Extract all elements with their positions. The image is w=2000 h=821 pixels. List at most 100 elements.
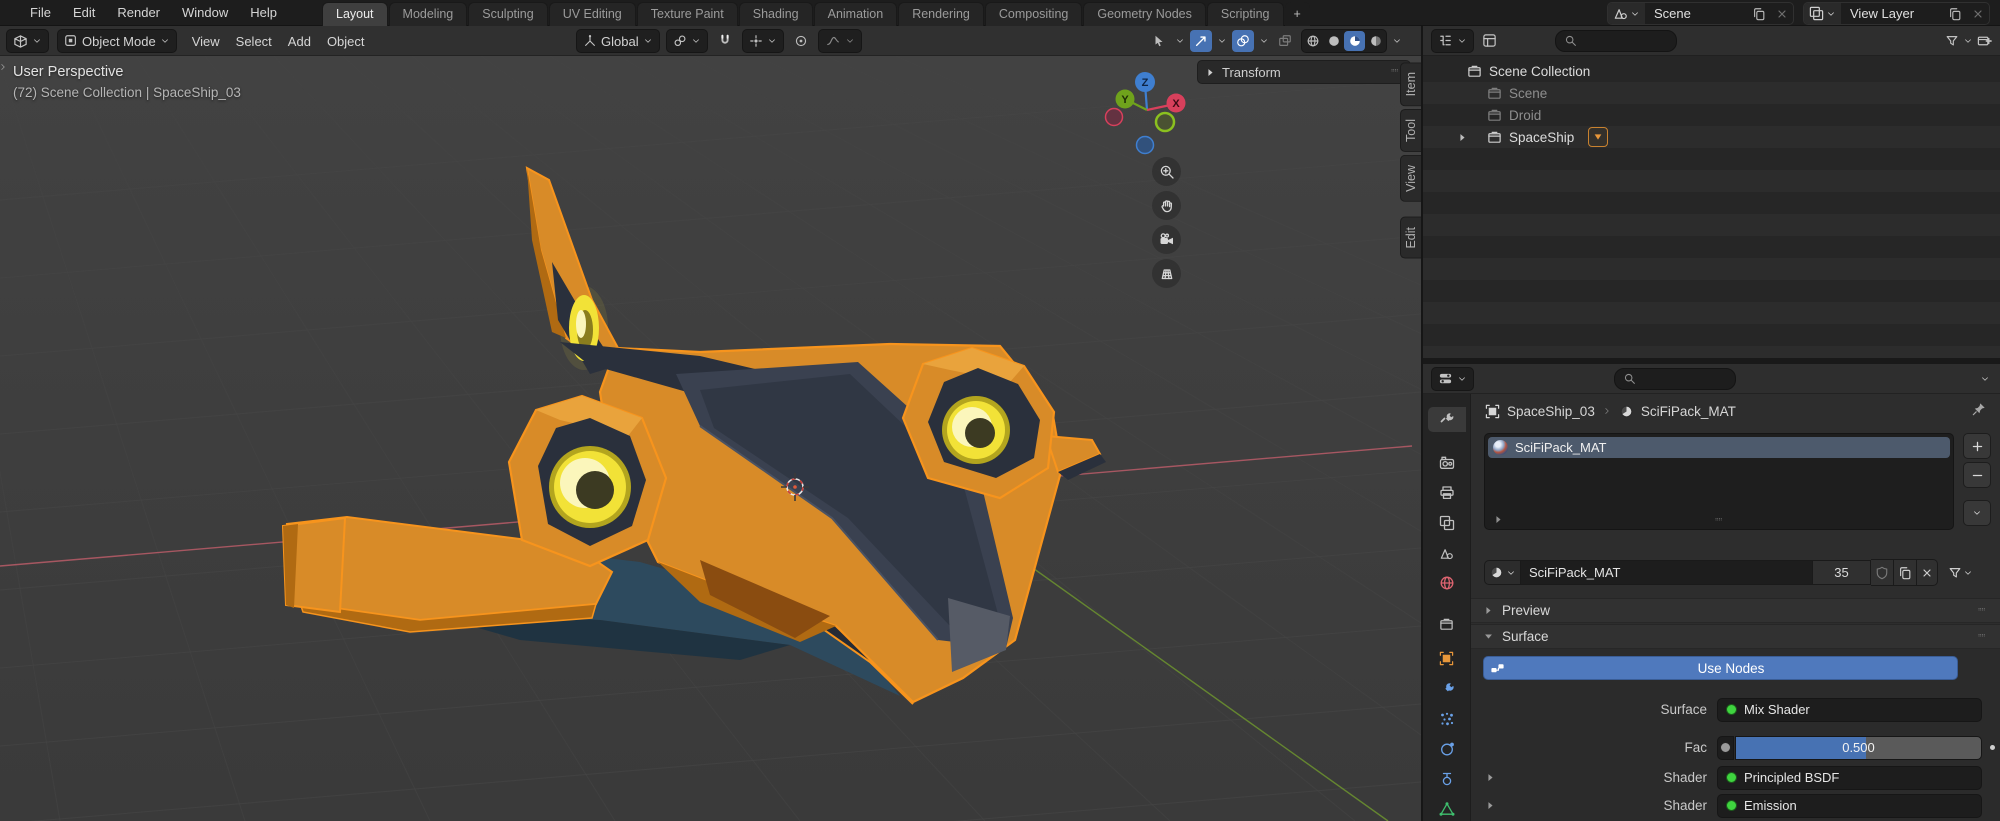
chevron-down-icon[interactable]: [1963, 36, 1973, 46]
properties-tab-data[interactable]: [1428, 796, 1466, 821]
copy-icon[interactable]: [1747, 7, 1771, 21]
workspace-tab-modeling[interactable]: Modeling: [389, 2, 468, 26]
editor-type-button[interactable]: [6, 29, 49, 53]
pin-icon[interactable]: [1972, 402, 1986, 416]
chevron-down-icon[interactable]: [1392, 36, 1402, 46]
spaceship-model[interactable]: [283, 168, 1106, 704]
shading-wireframe-button[interactable]: [1302, 31, 1323, 51]
copy-icon[interactable]: [1943, 7, 1967, 21]
properties-tab-object[interactable]: [1428, 646, 1466, 671]
workspace-tab-texture-paint[interactable]: Texture Paint: [637, 2, 738, 26]
fac-slider[interactable]: 0.500: [1735, 736, 1982, 760]
properties-tab-render[interactable]: [1428, 451, 1466, 476]
chevron-down-icon[interactable]: [1259, 36, 1269, 46]
properties-tab-view-layer[interactable]: [1428, 511, 1466, 536]
workspace-tab-animation[interactable]: Animation: [814, 2, 898, 26]
expander-right-icon[interactable]: [1457, 132, 1468, 143]
material-slot-selected[interactable]: SciFiPack_MAT: [1488, 437, 1950, 458]
zoom-button[interactable]: [1152, 157, 1181, 186]
breadcrumb-material[interactable]: SciFiPack_MAT: [1641, 404, 1736, 419]
expander-right-icon[interactable]: [1483, 605, 1494, 616]
sidebar-tab-item[interactable]: Item: [1400, 62, 1421, 106]
view-layer-name[interactable]: View Layer: [1841, 6, 1943, 21]
gizmo-z-neg[interactable]: [1137, 137, 1154, 154]
workspace-tab-layout[interactable]: Layout: [322, 2, 388, 26]
menu-help[interactable]: Help: [239, 2, 288, 23]
scene-selector[interactable]: Scene: [1607, 2, 1794, 25]
menu-render[interactable]: Render: [106, 2, 171, 23]
show-overlays-toggle[interactable]: [1232, 30, 1254, 52]
properties-tab-physics[interactable]: [1428, 736, 1466, 761]
view-layer-selector[interactable]: View Layer: [1803, 2, 1990, 25]
chevron-down-icon[interactable]: [1217, 36, 1227, 46]
properties-tab-constraints[interactable]: [1428, 766, 1466, 791]
menu-edit[interactable]: Edit: [62, 2, 106, 23]
shading-material-button[interactable]: [1344, 31, 1365, 51]
toolbar-expand-icon[interactable]: [0, 62, 8, 72]
breadcrumb-object[interactable]: SpaceShip_03: [1507, 404, 1595, 419]
scene-browse-button[interactable]: [1608, 3, 1645, 24]
decorator-dot[interactable]: [1990, 745, 1995, 750]
section-header-preview[interactable]: Preview: [1471, 598, 2000, 623]
menu-window[interactable]: Window: [171, 2, 239, 23]
shader-field[interactable]: Emission: [1717, 794, 1982, 818]
properties-tab-tool[interactable]: [1428, 407, 1466, 432]
expander-down-icon[interactable]: [1483, 631, 1494, 642]
workspace-tab-geometry-nodes[interactable]: Geometry Nodes: [1083, 2, 1205, 26]
properties-tab-output[interactable]: [1428, 481, 1466, 506]
selectability-button[interactable]: [1148, 30, 1170, 52]
falloff-button[interactable]: [818, 29, 862, 53]
outliner-item-label[interactable]: Droid: [1509, 108, 1541, 123]
properties-tab-collection[interactable]: [1428, 613, 1466, 638]
properties-editor-button[interactable]: [1431, 367, 1474, 391]
scene-name[interactable]: Scene: [1645, 6, 1747, 21]
close-icon[interactable]: [1967, 8, 1989, 20]
unlink-x-icon[interactable]: [1917, 559, 1938, 586]
outliner-row-spaceship[interactable]: SpaceShip: [1423, 126, 2000, 148]
chevron-down-icon[interactable]: [1980, 374, 1990, 384]
properties-tab-particles[interactable]: [1428, 706, 1466, 731]
shader-field[interactable]: Mix Shader: [1717, 698, 1982, 722]
outliner-item-label[interactable]: Scene Collection: [1489, 64, 1590, 79]
perspective-toggle-button[interactable]: [1152, 259, 1181, 288]
properties-tab-scene[interactable]: [1428, 541, 1466, 566]
transform-panel-header[interactable]: Transform: [1197, 60, 1411, 84]
menu-file[interactable]: File: [19, 2, 62, 23]
pan-hand-button[interactable]: [1152, 191, 1181, 220]
close-icon[interactable]: [1771, 8, 1793, 20]
workspace-tab-rendering[interactable]: Rendering: [898, 2, 984, 26]
pivot-point-button[interactable]: [666, 29, 708, 53]
grip-dots-icon[interactable]: [1711, 517, 1727, 525]
properties-search-input[interactable]: [1614, 368, 1736, 390]
outliner-row-scene-collection[interactable]: Scene Collection: [1423, 60, 2000, 82]
view-layer-browse-button[interactable]: [1804, 3, 1841, 24]
filter-icon[interactable]: [1945, 34, 1959, 48]
filter-dropdown[interactable]: [1948, 566, 1973, 580]
material-users-count[interactable]: 35: [1813, 560, 1871, 585]
properties-tab-world[interactable]: [1428, 571, 1466, 596]
copy-icon[interactable]: [1894, 559, 1917, 586]
viewport-menu-add[interactable]: Add: [281, 32, 318, 51]
socket-button[interactable]: [1717, 736, 1734, 760]
add-slot-button[interactable]: [1963, 433, 1991, 459]
workspace-tab-compositing[interactable]: Compositing: [985, 2, 1082, 26]
shader-field[interactable]: Principled BSDF: [1717, 766, 1982, 790]
expander-right-icon[interactable]: [1493, 514, 1504, 525]
viewport-menu-object[interactable]: Object: [320, 32, 372, 51]
viewport-menu-select[interactable]: Select: [229, 32, 279, 51]
outliner-row-droid[interactable]: Droid: [1423, 104, 2000, 126]
shading-solid-button[interactable]: [1323, 31, 1344, 51]
slot-specials-button[interactable]: [1963, 500, 1991, 526]
properties-tab-modifiers[interactable]: [1428, 676, 1466, 701]
proportional-editing-toggle[interactable]: [790, 30, 812, 52]
outliner-search-input[interactable]: [1555, 30, 1677, 52]
snap-toggle[interactable]: [714, 30, 736, 52]
show-gizmo-toggle[interactable]: [1190, 30, 1212, 52]
grip-dots-icon[interactable]: [1974, 607, 1990, 615]
material-slot-list[interactable]: SciFiPack_MAT: [1484, 433, 1954, 530]
viewport-menu-view[interactable]: View: [185, 32, 227, 51]
grip-dots-icon[interactable]: [1974, 633, 1990, 641]
sidebar-tab-view[interactable]: View: [1400, 155, 1421, 202]
sidebar-tab-edit[interactable]: Edit: [1400, 217, 1421, 259]
navigation-gizmo[interactable]: Z Y X: [1090, 56, 1200, 166]
